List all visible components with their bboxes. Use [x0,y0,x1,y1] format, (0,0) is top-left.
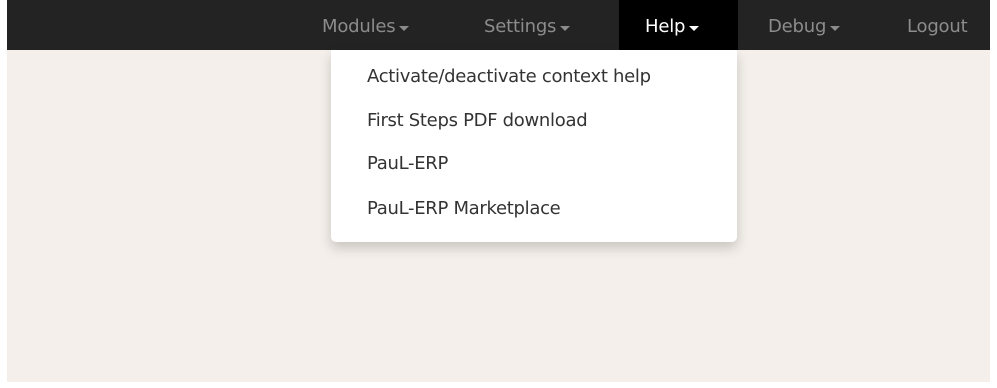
nav-logout-label: Logout [907,16,968,37]
nav-settings-dropdown[interactable]: Settings [484,0,594,50]
top-navbar: Modules Settings Help Debug Logout [7,0,990,50]
caret-down-icon [399,25,410,31]
page: Modules Settings Help Debug Logout Activ… [0,0,997,388]
caret-down-icon [689,25,700,31]
help-dropdown-menu: Activate/deactivate context help First S… [331,50,737,242]
nav-debug-dropdown[interactable]: Debug [768,0,858,50]
nav-settings-label: Settings [484,16,557,37]
nav-help-label: Help [645,16,686,37]
nav-debug-label: Debug [768,16,827,37]
caret-down-icon [830,25,841,31]
nav-help-dropdown[interactable]: Help [619,0,738,50]
menu-item-paul-erp-marketplace[interactable]: PauL-ERP Marketplace [367,198,561,219]
menu-item-first-steps-pdf[interactable]: First Steps PDF download [367,110,588,131]
nav-logout-link[interactable]: Logout [907,0,987,50]
menu-item-context-help[interactable]: Activate/deactivate context help [367,66,651,87]
menu-item-paul-erp[interactable]: PauL-ERP [367,153,448,174]
caret-down-icon [560,25,571,31]
nav-modules-dropdown[interactable]: Modules [322,0,437,50]
nav-modules-label: Modules [322,16,396,37]
